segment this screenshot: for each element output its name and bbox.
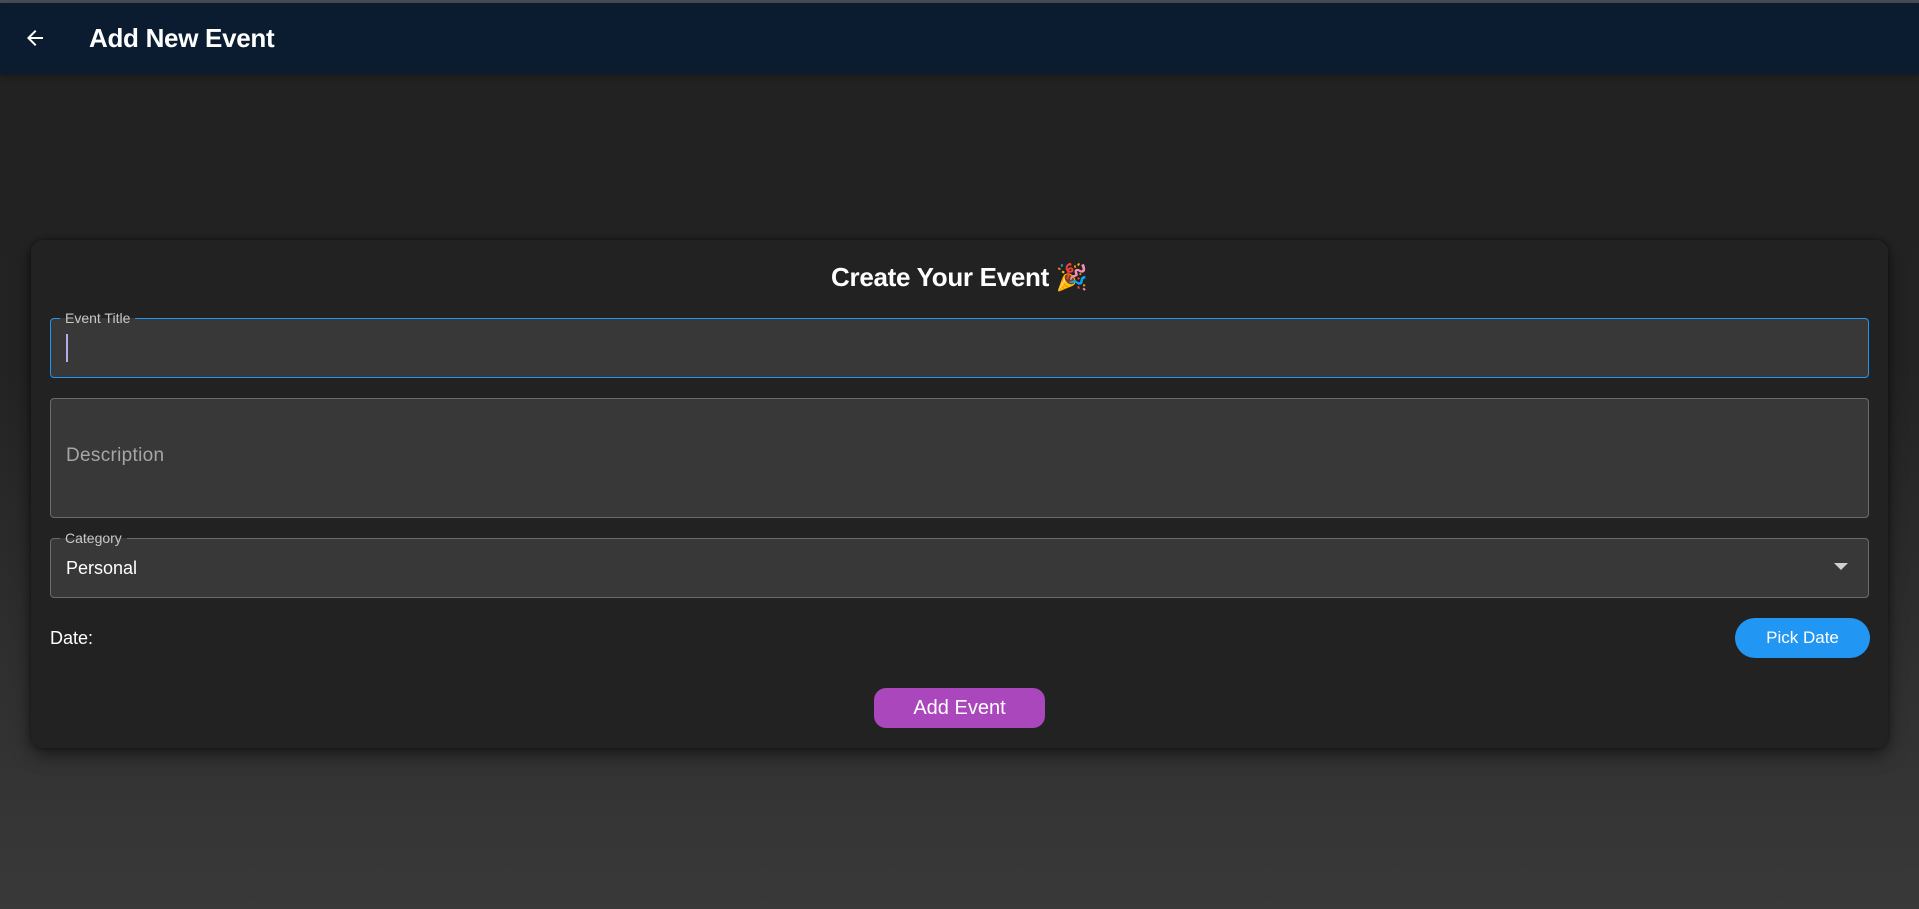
category-label: Category [60, 530, 127, 546]
back-button[interactable] [14, 17, 56, 59]
event-title-input[interactable] [65, 327, 1845, 369]
caret-down-icon [1834, 563, 1848, 570]
category-selected-value: Personal [66, 558, 138, 578]
category-select[interactable]: Category Personal [50, 530, 1869, 598]
text-cursor [66, 334, 68, 362]
add-event-button[interactable]: Add Event [874, 688, 1045, 728]
arrow-left-icon [27, 30, 43, 46]
description-field[interactable]: Description [50, 398, 1869, 518]
page-title: Add New Event [89, 23, 275, 53]
event-title-label: Event Title [60, 310, 136, 326]
form-heading: Create Your Event 🎉 [831, 262, 1088, 292]
date-label: Date: [50, 628, 94, 648]
description-placeholder: Description [66, 445, 165, 466]
event-title-field[interactable]: Event Title [50, 310, 1869, 378]
app-bar: Add New Event [0, 3, 1919, 74]
pick-date-button[interactable]: Pick Date [1735, 618, 1870, 658]
